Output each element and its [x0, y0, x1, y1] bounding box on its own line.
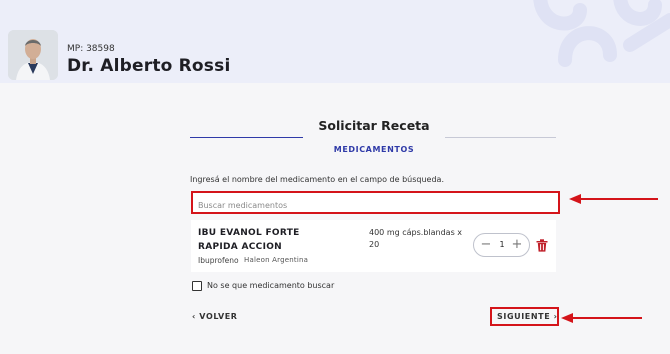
quantity-value: 1	[499, 240, 505, 249]
trash-icon[interactable]	[536, 239, 548, 252]
brand-watermark	[533, 0, 670, 67]
profile-header: MP: 38598 Dr. Alberto Rossi	[0, 0, 670, 83]
unknown-medication-label: No se que medicamento buscar	[207, 281, 335, 290]
chevron-left-icon: ‹	[192, 312, 196, 321]
avatar	[8, 30, 58, 80]
back-button[interactable]: ‹ VOLVER	[192, 312, 238, 321]
chevron-right-icon: ›	[553, 312, 558, 321]
search-field-highlight	[191, 191, 560, 215]
title-rule-right	[445, 137, 556, 138]
page-title: Solicitar Receta	[318, 118, 430, 133]
medical-license-number: MP: 38598	[67, 44, 115, 54]
medication-generic: Ibuprofeno	[198, 256, 239, 265]
title-rule-left	[190, 137, 303, 138]
plus-icon[interactable]: +	[509, 237, 525, 253]
medication-card: IBU EVANOL FORTE RAPIDA ACCION Ibuprofen…	[191, 220, 556, 272]
back-label: VOLVER	[199, 312, 238, 321]
unknown-medication-checkbox[interactable]	[192, 281, 202, 291]
annotation-arrow-next	[561, 313, 642, 323]
search-input[interactable]	[193, 196, 558, 215]
medication-lab: Haleon Argentina	[244, 256, 309, 264]
annotation-arrow-search	[569, 194, 658, 204]
doctor-photo	[8, 30, 58, 80]
medication-name: IBU EVANOL FORTE RAPIDA ACCION	[198, 228, 300, 252]
instruction-text: Ingresá el nombre del medicamento en el …	[190, 175, 444, 184]
step-label: MEDICAMENTOS	[333, 145, 415, 154]
medication-presentation: 400 mg cáps.blandas x 20	[369, 228, 463, 249]
quantity-stepper: − 1 +	[473, 233, 530, 257]
doctor-name: Dr. Alberto Rossi	[67, 56, 231, 76]
next-button[interactable]: SIGUIENTE ›	[497, 312, 558, 321]
next-button-highlight: SIGUIENTE ›	[490, 307, 559, 326]
next-label: SIGUIENTE	[497, 312, 551, 321]
minus-icon[interactable]: −	[478, 237, 494, 253]
